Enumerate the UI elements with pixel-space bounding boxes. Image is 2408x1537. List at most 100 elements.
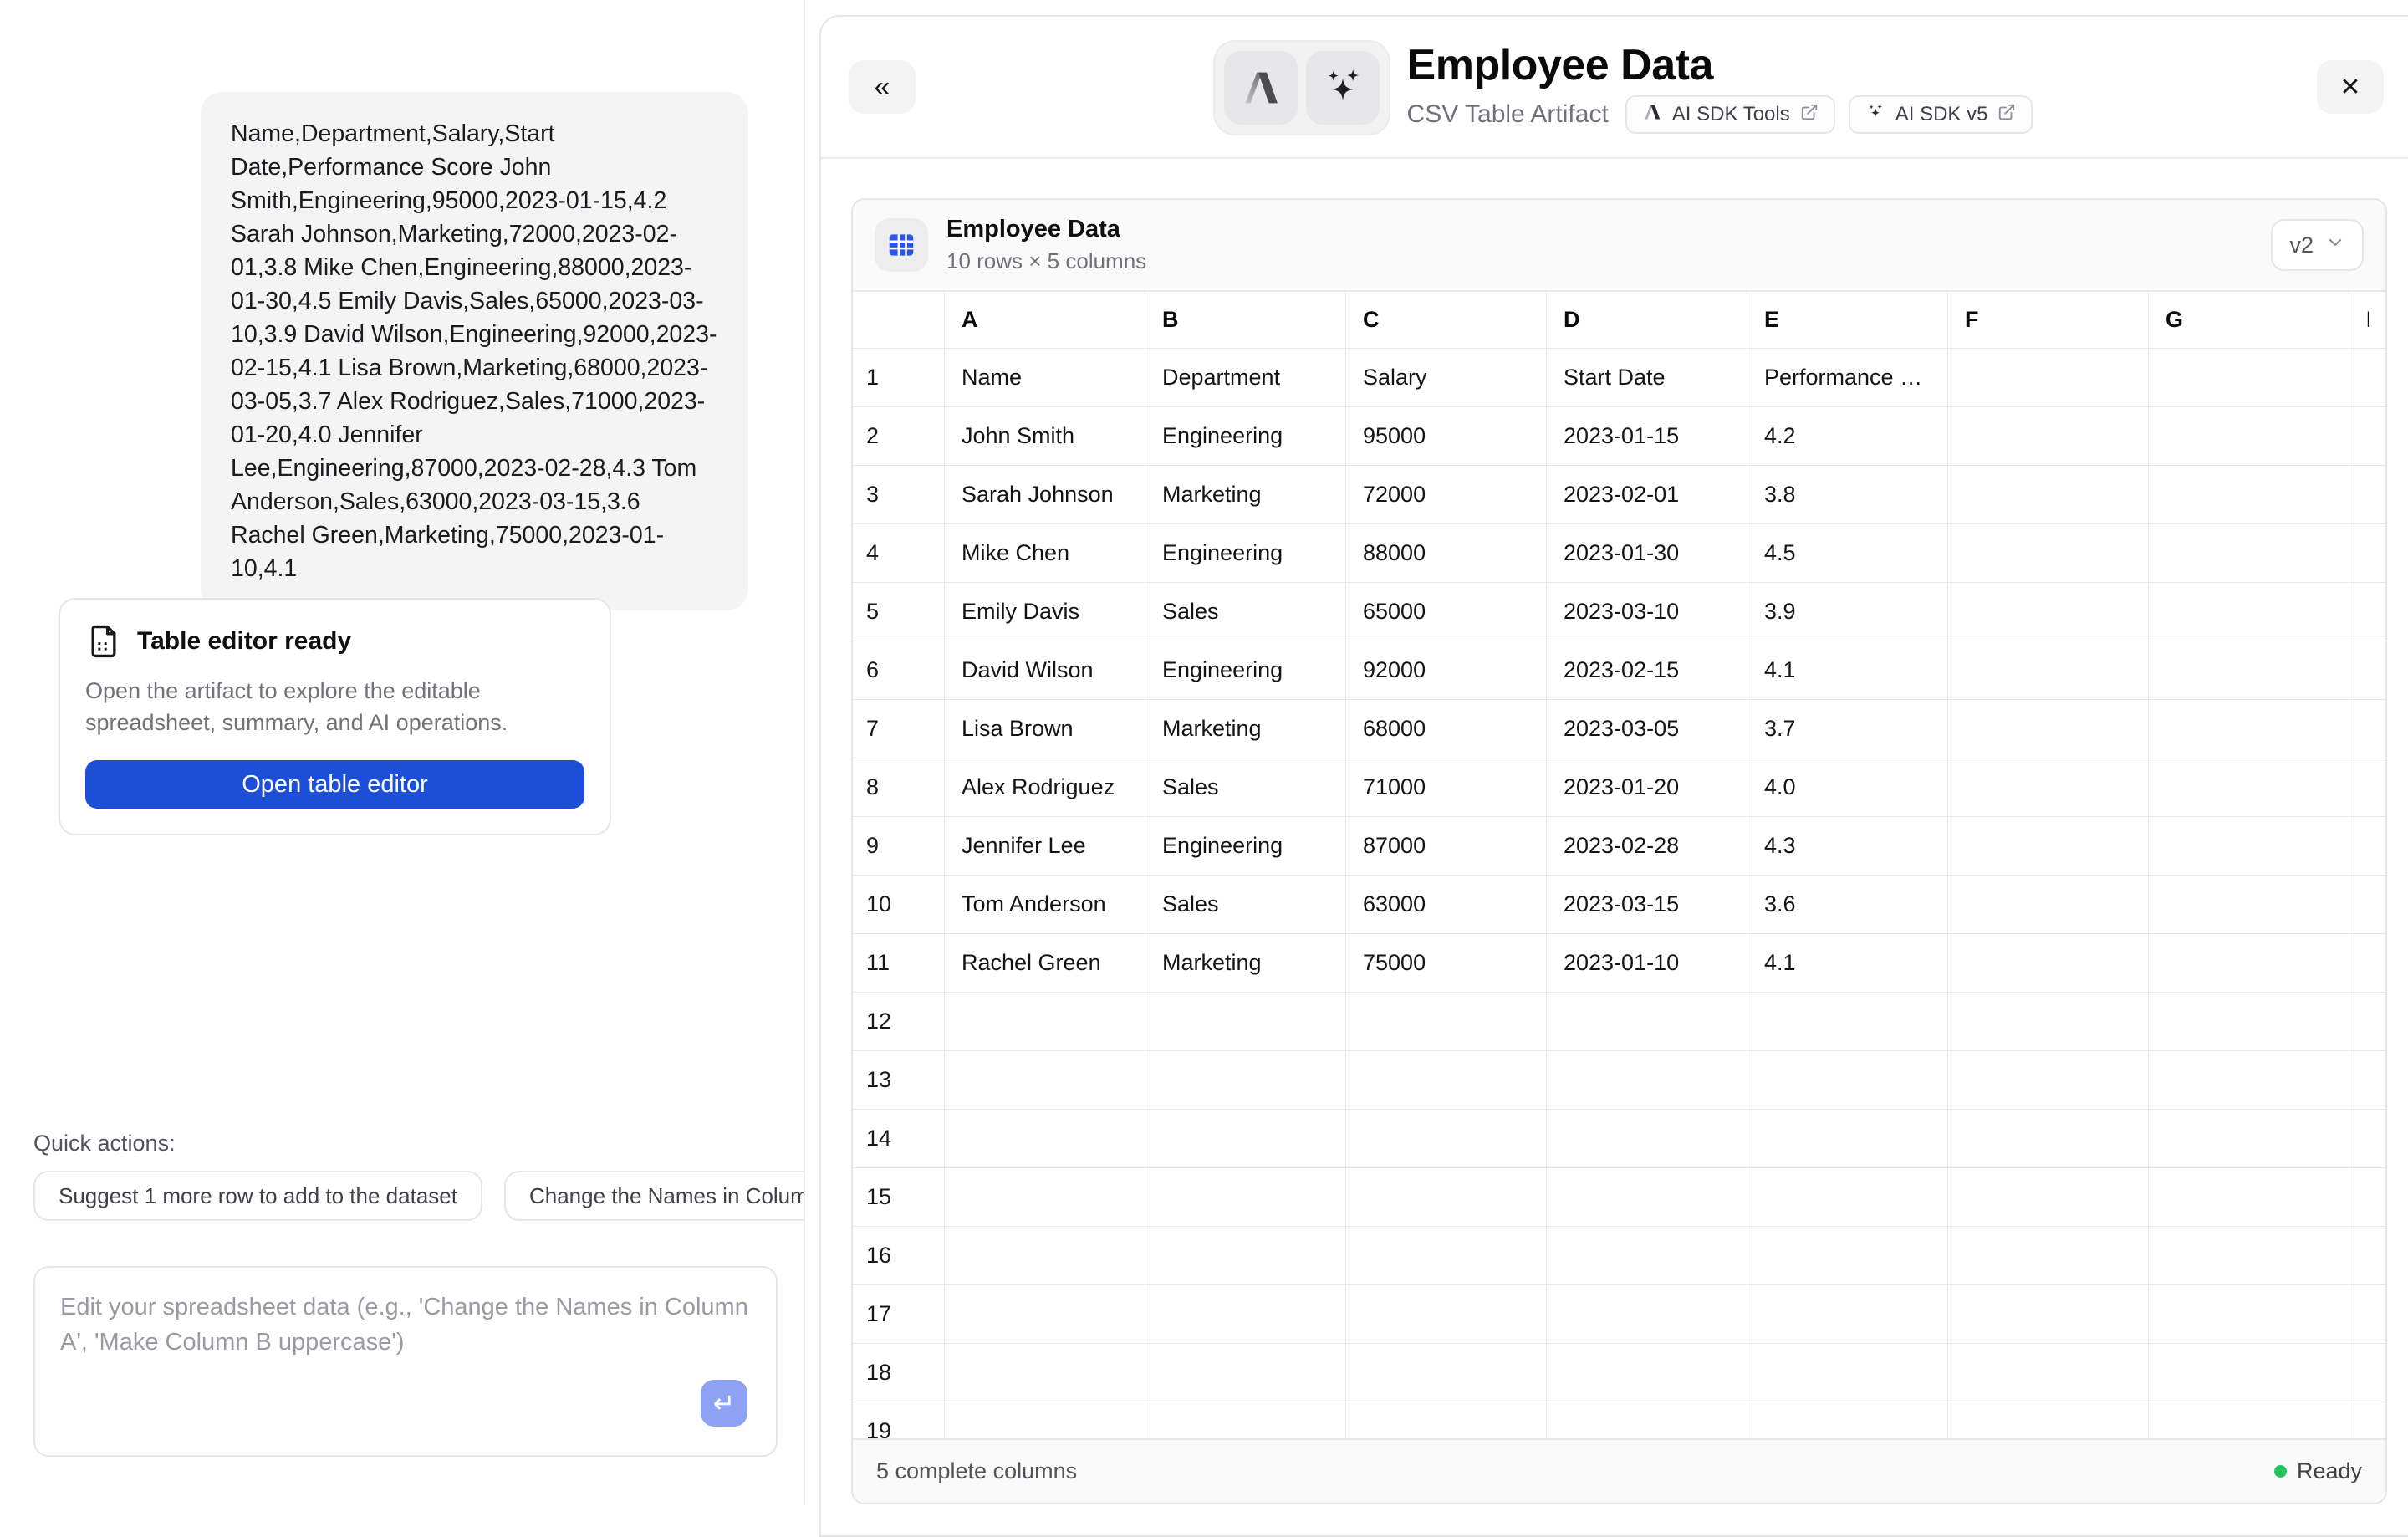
- grid-cell-B14[interactable]: [1145, 1110, 1346, 1167]
- grid-cell-E13[interactable]: [1747, 1051, 1948, 1109]
- grid-cell-C5[interactable]: 65000: [1346, 583, 1547, 641]
- grid-cell-A12[interactable]: [945, 993, 1145, 1050]
- grid-cell-G8[interactable]: [2149, 758, 2349, 816]
- grid-cell-D5[interactable]: 2023-03-10: [1547, 583, 1747, 641]
- grid-cell-H7[interactable]: [2349, 700, 2385, 758]
- grid-cell-C12[interactable]: [1346, 993, 1547, 1050]
- grid-cell-F5[interactable]: [1948, 583, 2149, 641]
- grid-cell-D3[interactable]: 2023-02-01: [1547, 466, 1747, 523]
- grid-cell-E4[interactable]: 4.5: [1747, 524, 1948, 582]
- grid-cell-H13[interactable]: [2349, 1051, 2385, 1109]
- row-header-15[interactable]: 15: [853, 1168, 945, 1226]
- grid-cell-A8[interactable]: Alex Rodriguez: [945, 758, 1145, 816]
- grid-cell-A10[interactable]: Tom Anderson: [945, 876, 1145, 933]
- row-header-1[interactable]: 1: [853, 349, 945, 406]
- grid-cell-G9[interactable]: [2149, 817, 2349, 875]
- grid-cell-D16[interactable]: [1547, 1227, 1747, 1284]
- composer-input[interactable]: [35, 1268, 776, 1385]
- grid-cell-H19[interactable]: [2349, 1402, 2385, 1438]
- grid-cell-B10[interactable]: Sales: [1145, 876, 1346, 933]
- grid-cell-F3[interactable]: [1948, 466, 2149, 523]
- grid-cell-H9[interactable]: [2349, 817, 2385, 875]
- row-header-3[interactable]: 3: [853, 466, 945, 523]
- grid-cell-H8[interactable]: [2349, 758, 2385, 816]
- grid-cell-B17[interactable]: [1145, 1285, 1346, 1343]
- grid-cell-B7[interactable]: Marketing: [1145, 700, 1346, 758]
- grid-cell-C11[interactable]: 75000: [1346, 934, 1547, 992]
- grid-cell-D10[interactable]: 2023-03-15: [1547, 876, 1747, 933]
- grid-cell-B11[interactable]: Marketing: [1145, 934, 1346, 992]
- grid-cell-H14[interactable]: [2349, 1110, 2385, 1167]
- grid-cell-H12[interactable]: [2349, 993, 2385, 1050]
- grid-cell-B13[interactable]: [1145, 1051, 1346, 1109]
- grid-cell-F7[interactable]: [1948, 700, 2149, 758]
- grid-cell-D17[interactable]: [1547, 1285, 1747, 1343]
- grid-cell-E3[interactable]: 3.8: [1747, 466, 1948, 523]
- grid-cell-B12[interactable]: [1145, 993, 1346, 1050]
- grid-cell-H2[interactable]: [2349, 407, 2385, 465]
- grid-cell-F4[interactable]: [1948, 524, 2149, 582]
- grid-cell-E7[interactable]: 3.7: [1747, 700, 1948, 758]
- grid-cell-F1[interactable]: [1948, 349, 2149, 406]
- column-header-D[interactable]: D: [1547, 292, 1747, 348]
- grid-cell-D2[interactable]: 2023-01-15: [1547, 407, 1747, 465]
- grid-cell-D8[interactable]: 2023-01-20: [1547, 758, 1747, 816]
- grid-cell-D1[interactable]: Start Date: [1547, 349, 1747, 406]
- grid-cell-A18[interactable]: [945, 1344, 1145, 1402]
- grid-cell-F14[interactable]: [1948, 1110, 2149, 1167]
- grid-cell-G12[interactable]: [2149, 993, 2349, 1050]
- column-header-B[interactable]: B: [1145, 292, 1346, 348]
- grid-cell-H11[interactable]: [2349, 934, 2385, 992]
- grid-cell-B2[interactable]: Engineering: [1145, 407, 1346, 465]
- grid-cell-A2[interactable]: John Smith: [945, 407, 1145, 465]
- grid-cell-B19[interactable]: [1145, 1402, 1346, 1438]
- grid-cell-H10[interactable]: [2349, 876, 2385, 933]
- grid-cell-E12[interactable]: [1747, 993, 1948, 1050]
- grid-cell-C14[interactable]: [1346, 1110, 1547, 1167]
- grid-cell-F16[interactable]: [1948, 1227, 2149, 1284]
- column-header-C[interactable]: C: [1346, 292, 1547, 348]
- grid-cell-D14[interactable]: [1547, 1110, 1747, 1167]
- grid-cell-B5[interactable]: Sales: [1145, 583, 1346, 641]
- grid-cell-A19[interactable]: [945, 1402, 1145, 1438]
- grid-cell-C4[interactable]: 88000: [1346, 524, 1547, 582]
- grid-cell-A14[interactable]: [945, 1110, 1145, 1167]
- grid-cell-E8[interactable]: 4.0: [1747, 758, 1948, 816]
- row-header-17[interactable]: 17: [853, 1285, 945, 1343]
- grid-cell-G14[interactable]: [2149, 1110, 2349, 1167]
- grid-cell-E19[interactable]: [1747, 1402, 1948, 1438]
- grid-cell-D19[interactable]: [1547, 1402, 1747, 1438]
- grid-cell-A4[interactable]: Mike Chen: [945, 524, 1145, 582]
- grid-cell-G19[interactable]: [2149, 1402, 2349, 1438]
- grid-cell-C9[interactable]: 87000: [1346, 817, 1547, 875]
- grid-cell-A5[interactable]: Emily Davis: [945, 583, 1145, 641]
- grid-cell-D11[interactable]: 2023-01-10: [1547, 934, 1747, 992]
- grid-cell-B4[interactable]: Engineering: [1145, 524, 1346, 582]
- grid-cell-C18[interactable]: [1346, 1344, 1547, 1402]
- grid-cell-D18[interactable]: [1547, 1344, 1747, 1402]
- grid-cell-B16[interactable]: [1145, 1227, 1346, 1284]
- grid-cell-G6[interactable]: [2149, 641, 2349, 699]
- row-header-5[interactable]: 5: [853, 583, 945, 641]
- grid-cell-F18[interactable]: [1948, 1344, 2149, 1402]
- grid-cell-D9[interactable]: 2023-02-28: [1547, 817, 1747, 875]
- grid-cell-H17[interactable]: [2349, 1285, 2385, 1343]
- column-header-H[interactable]: H: [2349, 292, 2385, 348]
- open-table-editor-button[interactable]: Open table editor: [85, 760, 584, 809]
- grid-cell-D4[interactable]: 2023-01-30: [1547, 524, 1747, 582]
- quick-action-suggest-row[interactable]: Suggest 1 more row to add to the dataset: [33, 1171, 482, 1221]
- grid-cell-D13[interactable]: [1547, 1051, 1747, 1109]
- grid-cell-F2[interactable]: [1948, 407, 2149, 465]
- grid-cell-H6[interactable]: [2349, 641, 2385, 699]
- grid-cell-F10[interactable]: [1948, 876, 2149, 933]
- column-header-G[interactable]: G: [2149, 292, 2349, 348]
- grid-cell-G3[interactable]: [2149, 466, 2349, 523]
- row-header-6[interactable]: 6: [853, 641, 945, 699]
- grid-cell-A1[interactable]: Name: [945, 349, 1145, 406]
- grid-cell-E17[interactable]: [1747, 1285, 1948, 1343]
- grid-cell-G18[interactable]: [2149, 1344, 2349, 1402]
- grid-cell-H16[interactable]: [2349, 1227, 2385, 1284]
- grid-cell-A9[interactable]: Jennifer Lee: [945, 817, 1145, 875]
- grid-cell-E5[interactable]: 3.9: [1747, 583, 1948, 641]
- grid-cell-F15[interactable]: [1948, 1168, 2149, 1226]
